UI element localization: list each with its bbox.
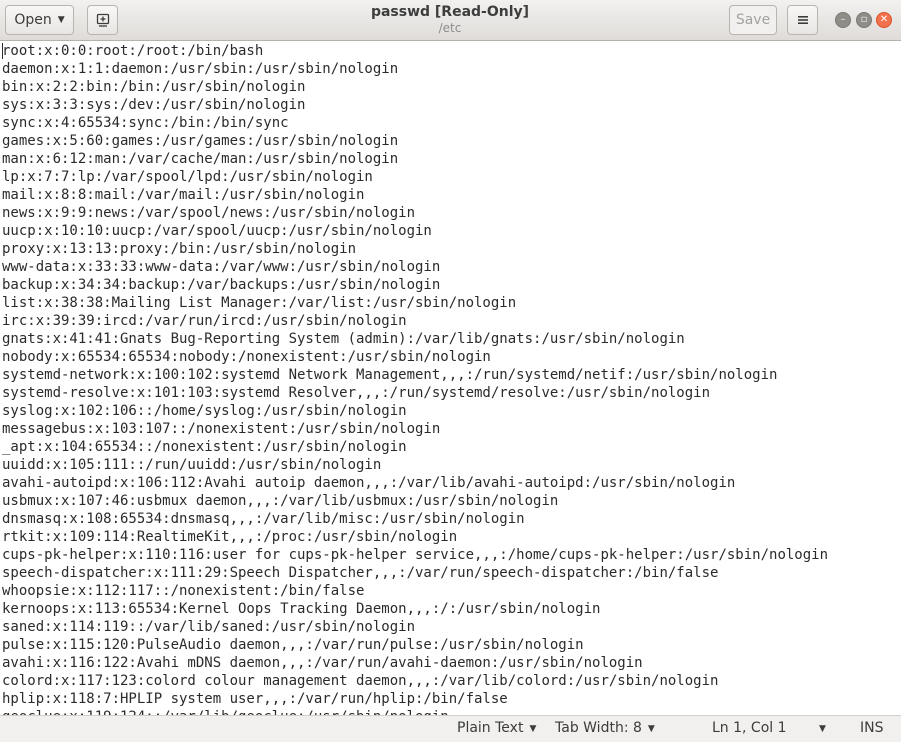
window-title: passwd [Read-Only] bbox=[370, 4, 530, 20]
save-button[interactable]: Save bbox=[729, 5, 777, 35]
editor-line: man:x:6:12:man:/var/cache/man:/usr/sbin/… bbox=[2, 151, 399, 167]
editor-line: nobody:x:65534:65534:nobody:/nonexistent… bbox=[2, 349, 491, 365]
editor-line: sys:x:3:3:sys:/dev:/usr/sbin/nologin bbox=[2, 97, 306, 113]
editor-line: colord:x:117:123:colord colour managemen… bbox=[2, 673, 719, 689]
editor-text-lines: root:x:0:0:root:/root:/bin/bash daemon:x:… bbox=[2, 42, 828, 715]
editor-line: rtkit:x:109:114:RealtimeKit,,,:/proc:/us… bbox=[2, 529, 458, 545]
editor-line: saned:x:114:119::/var/lib/saned:/usr/sbi… bbox=[2, 619, 416, 635]
maximize-icon[interactable]: ▫ bbox=[856, 12, 872, 28]
editor-line: _apt:x:104:65534::/nonexistent:/usr/sbin… bbox=[2, 439, 407, 455]
editor-line: systemd-resolve:x:101:103:systemd Resolv… bbox=[2, 385, 711, 401]
editor-line: bin:x:2:2:bin:/bin:/usr/sbin/nologin bbox=[2, 79, 306, 95]
text-cursor bbox=[2, 43, 3, 59]
editor-line: usbmux:x:107:46:usbmux daemon,,,:/var/li… bbox=[2, 493, 559, 509]
editor-line: sync:x:4:65534:sync:/bin:/bin/sync bbox=[2, 115, 289, 131]
editor-line: systemd-network:x:100:102:systemd Networ… bbox=[2, 367, 778, 383]
editor-line: avahi-autoipd:x:106:112:Avahi autoip dae… bbox=[2, 475, 736, 491]
language-selector[interactable]: Plain Text ▼ bbox=[457, 720, 536, 736]
insert-mode-indicator: INS bbox=[860, 720, 884, 736]
editor-line: dnsmasq:x:108:65534:dnsmasq,,,:/var/lib/… bbox=[2, 511, 525, 527]
editor-line: root:x:0:0:root:/root:/bin/bash bbox=[2, 43, 264, 59]
editor-line: hplip:x:118:7:HPLIP system user,,,:/var/… bbox=[2, 691, 508, 707]
editor-line: irc:x:39:39:ircd:/var/run/ircd:/usr/sbin… bbox=[2, 313, 407, 329]
editor-line: uucp:x:10:10:uucp:/var/spool/uucp:/usr/s… bbox=[2, 223, 432, 239]
close-icon[interactable]: ✕ bbox=[876, 12, 892, 28]
chevron-down-icon: ▼ bbox=[529, 724, 537, 734]
chevron-down-icon[interactable]: ▼ bbox=[819, 724, 826, 734]
chevron-down-icon: ▼ bbox=[57, 15, 65, 25]
chevron-down-icon: ▼ bbox=[647, 724, 655, 734]
editor-line: whoopsie:x:112:117::/nonexistent:/bin/fa… bbox=[2, 583, 365, 599]
minimize-icon[interactable]: – bbox=[835, 12, 851, 28]
editor-line: messagebus:x:103:107::/nonexistent:/usr/… bbox=[2, 421, 441, 437]
window-title-block: passwd [Read-Only] /etc bbox=[300, 4, 600, 36]
window-subtitle: /etc bbox=[438, 21, 462, 35]
header-bar: Open ▼ passwd [Read-Only] /etc Save – ▫ bbox=[0, 0, 901, 41]
editor-line: games:x:5:60:games:/usr/games:/usr/sbin/… bbox=[2, 133, 399, 149]
tab-width-selector[interactable]: Tab Width: 8 ▼ bbox=[555, 720, 655, 736]
editor-line: geoclue:x:119:124::/var/lib/geoclue:/usr… bbox=[2, 708, 828, 715]
editor-line: list:x:38:38:Mailing List Manager:/var/l… bbox=[2, 295, 517, 311]
text-editor-window: Open ▼ passwd [Read-Only] /etc Save – ▫ bbox=[0, 0, 901, 742]
editor-line: backup:x:34:34:backup:/var/backups:/usr/… bbox=[2, 277, 441, 293]
editor-line: gnats:x:41:41:Gnats Bug-Reporting System… bbox=[2, 331, 685, 347]
tab-width-label: Tab Width: 8 bbox=[555, 720, 642, 736]
editor-line: speech-dispatcher:x:111:29:Speech Dispat… bbox=[2, 565, 719, 581]
text-editor-area[interactable]: root:x:0:0:root:/root:/bin/bash daemon:x:… bbox=[0, 41, 901, 715]
status-bar: Plain Text ▼ Tab Width: 8 ▼ Ln 1, Col 1 ▼ … bbox=[0, 715, 901, 742]
editor-line: news:x:9:9:news:/var/spool/news:/usr/sbi… bbox=[2, 205, 416, 221]
new-document-pin-icon bbox=[96, 13, 109, 27]
language-label: Plain Text bbox=[457, 720, 524, 736]
editor-line: daemon:x:1:1:daemon:/usr/sbin:/usr/sbin/… bbox=[2, 61, 399, 77]
editor-line: kernoops:x:113:65534:Kernel Oops Trackin… bbox=[2, 601, 601, 617]
hamburger-menu-icon bbox=[797, 16, 808, 24]
new-document-button[interactable] bbox=[87, 5, 118, 35]
editor-line: www-data:x:33:33:www-data:/var/www:/usr/… bbox=[2, 259, 441, 275]
editor-line: avahi:x:116:122:Avahi mDNS daemon,,,:/va… bbox=[2, 655, 643, 671]
cursor-position[interactable]: Ln 1, Col 1 bbox=[712, 720, 787, 736]
open-button[interactable]: Open ▼ bbox=[5, 5, 74, 35]
editor-line: mail:x:8:8:mail:/var/mail:/usr/sbin/nolo… bbox=[2, 187, 365, 203]
editor-line: pulse:x:115:120:PulseAudio daemon,,,:/va… bbox=[2, 637, 584, 653]
menu-button[interactable] bbox=[787, 5, 818, 35]
editor-line: syslog:x:102:106::/home/syslog:/usr/sbin… bbox=[2, 403, 407, 419]
editor-line: uuidd:x:105:111::/run/uuidd:/usr/sbin/no… bbox=[2, 457, 382, 473]
editor-line: cups-pk-helper:x:110:116:user for cups-p… bbox=[2, 547, 829, 563]
open-button-label: Open bbox=[14, 12, 52, 28]
editor-line: proxy:x:13:13:proxy:/bin:/usr/sbin/nolog… bbox=[2, 241, 357, 257]
editor-line: lp:x:7:7:lp:/var/spool/lpd:/usr/sbin/nol… bbox=[2, 169, 373, 185]
